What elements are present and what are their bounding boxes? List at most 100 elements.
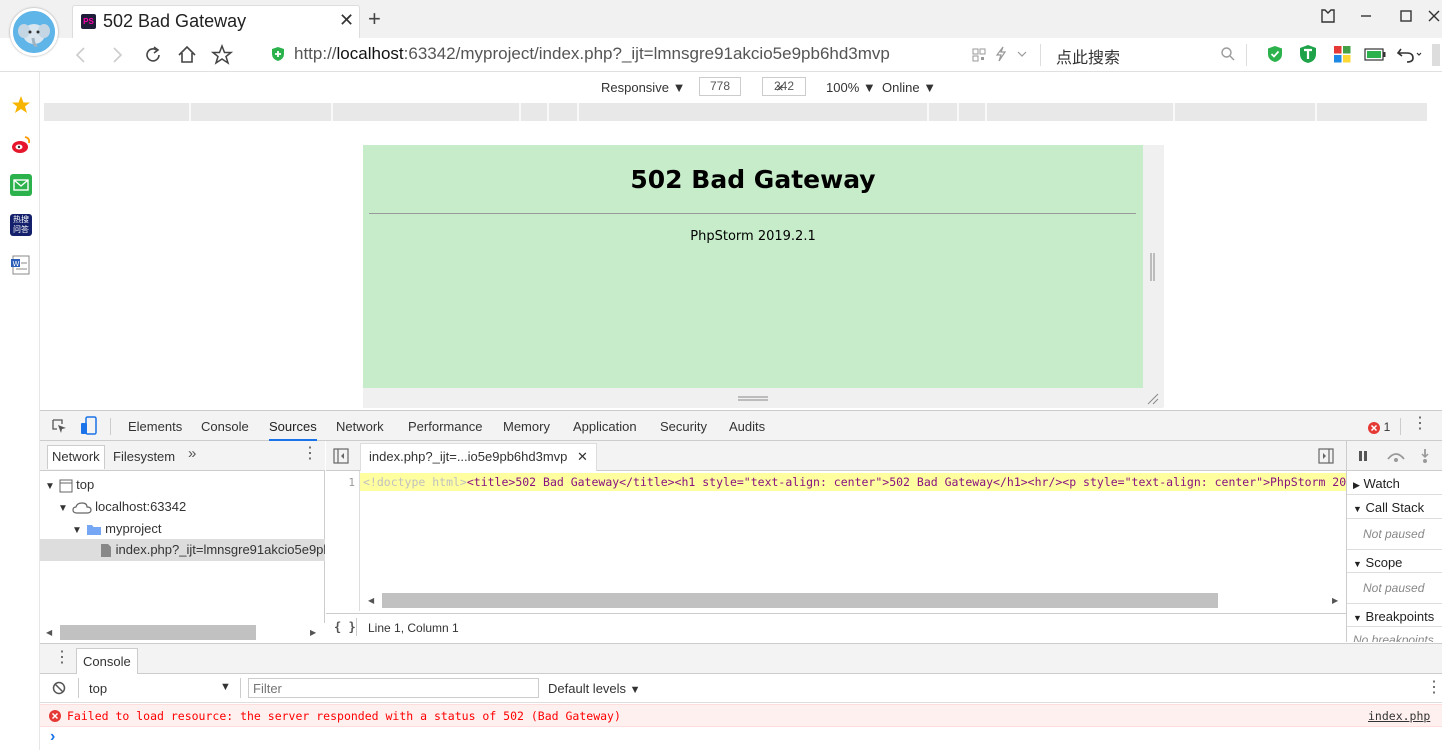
shield-t-icon[interactable] [1298,44,1318,64]
tree-item-file[interactable]: index.php?_ijt=lmnsgre91akcio5e9pb6hd3mv… [40,539,325,561]
console-settings-icon[interactable]: ⋮ [1426,680,1442,696]
scroll-right-icon[interactable]: ▶ [1332,596,1338,605]
weibo-icon[interactable] [10,134,32,156]
close-window-icon[interactable] [1426,6,1442,26]
tab-navigator-filesystem[interactable]: Filesystem [113,449,175,464]
toggle-debugger-icon[interactable] [1318,448,1334,464]
scrollbar-thumb[interactable] [60,625,256,640]
tab-network[interactable]: Network [336,419,384,434]
skin-icon[interactable] [1316,6,1340,26]
tab-security[interactable]: Security [660,419,707,434]
clear-console-icon[interactable] [52,681,66,695]
throttle-dropdown[interactable]: Online ▼ [882,80,936,95]
pretty-print-icon[interactable]: { } [334,620,356,634]
battery-icon[interactable] [1364,48,1386,61]
tab-performance[interactable]: Performance [408,419,482,434]
console-prompt[interactable]: › [50,728,55,746]
width-input[interactable]: 778 [699,77,741,96]
step-over-icon[interactable] [1385,449,1407,463]
tab-application[interactable]: Application [573,419,637,434]
mail-icon[interactable] [10,174,32,196]
star-icon[interactable] [10,94,32,116]
context-select[interactable]: top [89,681,107,696]
tab-drawer-console[interactable]: Console [76,648,138,675]
device-toggle-icon[interactable] [80,416,98,436]
word-icon[interactable]: W [10,254,32,276]
bookmark-star-icon[interactable] [211,44,233,66]
scroll-left-icon[interactable]: ◀ [368,596,374,605]
tree-item-top[interactable]: ▼ top [45,477,94,493]
phpstorm-favicon-icon: PS [81,14,96,29]
drawer-tab-bar: ⋮ Console [40,643,1442,675]
back-icon[interactable] [70,44,92,66]
tab-title: 502 Bad Gateway [103,11,247,31]
tab-close-icon[interactable]: ✕ [339,10,354,31]
error-counter[interactable]: 1 [1368,419,1398,435]
minimize-icon[interactable] [1354,6,1378,26]
scroll-right-icon[interactable]: ▶ [310,628,316,637]
navigator-scrollbar[interactable]: ◀ ▶ [40,623,325,642]
search-icon[interactable] [1220,46,1236,62]
responsive-dropdown[interactable]: Responsive ▼ [601,80,685,95]
tree-item-folder[interactable]: ▼ myproject [72,521,162,536]
media-query-ruler[interactable] [44,103,1427,121]
url-host: localhost [336,44,404,63]
lightning-icon[interactable] [994,46,1008,62]
undo-icon[interactable] [1396,45,1424,63]
tab-console[interactable]: Console [201,419,249,434]
shield-check-icon[interactable] [1266,45,1284,63]
tree-item-host[interactable]: ▼ localhost:63342 [58,499,186,515]
folder-icon [86,525,101,536]
tree-label: top [76,477,95,492]
tab-elements[interactable]: Elements [128,419,182,434]
breakpoints-section[interactable]: ▼ Breakpoints [1347,603,1442,627]
news-icon[interactable]: 热搜 问答 [10,214,32,236]
apps-grid-icon[interactable] [1334,46,1351,63]
maximize-icon[interactable] [1394,6,1418,26]
url-field[interactable]: http://localhost:63342/myproject/index.p… [294,44,954,64]
code-line[interactable]: <!doctype html><title>502 Bad Gateway</t… [360,473,1346,491]
zoom-dropdown[interactable]: 100% ▼ [826,80,876,95]
tab-memory[interactable]: Memory [503,419,550,434]
call-stack-section[interactable]: ▼ Call Stack [1347,495,1442,519]
tab-sources[interactable]: Sources [269,419,317,441]
avatar[interactable] [10,8,58,56]
close-icon[interactable]: ✕ [577,449,588,464]
devtools-menu-icon[interactable]: ⋮ [1412,416,1428,432]
scroll-left-icon[interactable]: ◀ [46,628,52,637]
error-count: 1 [1383,420,1391,434]
editor-scrollbar[interactable]: ◀ ▶ [362,591,1346,611]
extension-overflow[interactable] [1432,44,1440,66]
qr-code-icon[interactable] [972,48,986,62]
chevron-down-icon[interactable] [1016,49,1028,59]
home-icon[interactable] [176,44,198,66]
drawer-menu-icon[interactable]: ⋮ [54,650,70,666]
navigator-menu-icon[interactable]: ⋮ [302,446,318,462]
inspect-element-icon[interactable] [50,417,68,435]
browser-tab[interactable]: PS 502 Bad Gateway ✕ [72,5,360,39]
editor-file-tab[interactable]: index.php?_ijt=...io5e9pb6hd3mvp ✕ [360,443,597,471]
pause-icon[interactable] [1357,450,1369,462]
error-source-link[interactable]: index.php [1368,709,1430,723]
scope-section[interactable]: ▼ Scope [1347,549,1442,573]
new-tab-icon[interactable]: + [368,6,381,32]
console-error-row[interactable]: Failed to load resource: the server resp… [40,704,1442,727]
reload-icon[interactable] [142,44,164,66]
console-filter-input[interactable] [248,678,539,698]
secure-shield-icon[interactable] [270,46,286,62]
resize-handle-right[interactable] [1149,253,1157,281]
tab-audits[interactable]: Audits [729,419,765,434]
resize-corner-icon[interactable] [1146,392,1160,406]
toggle-navigator-icon[interactable] [333,448,349,464]
height-input[interactable]: 242 [762,77,806,96]
search-input[interactable]: 点此搜索 [1056,44,1120,68]
log-levels-dropdown[interactable]: Default levels ▼ [548,681,641,696]
watch-section[interactable]: ▶ Watch [1347,471,1442,495]
scrollbar-thumb[interactable] [382,593,1218,608]
forward-icon[interactable] [106,44,128,66]
more-tabs-icon[interactable]: » [188,445,196,462]
caret-down-icon[interactable]: ▼ [220,681,231,693]
resize-handle-bottom[interactable] [738,395,768,403]
tab-navigator-network[interactable]: Network [47,445,105,469]
step-into-icon[interactable] [1419,448,1431,464]
